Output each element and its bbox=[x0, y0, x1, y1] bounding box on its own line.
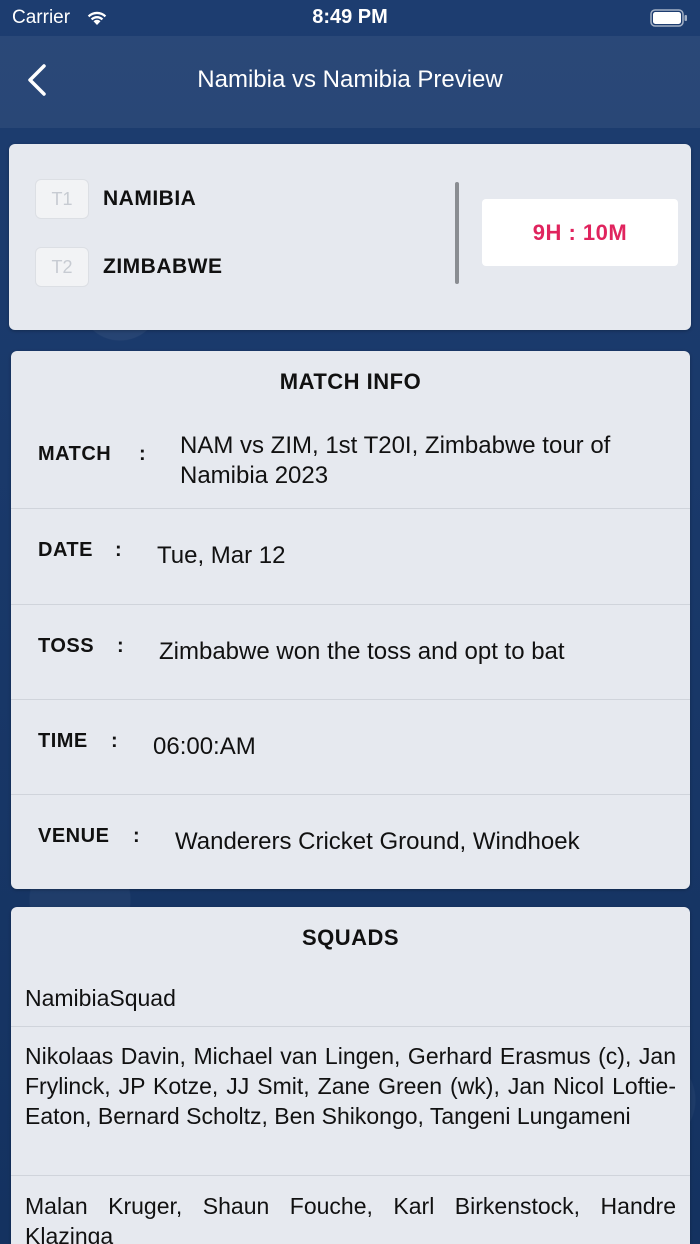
countdown-timer: 9H : 10M bbox=[482, 199, 678, 266]
status-time: 8:49 PM bbox=[312, 6, 388, 28]
team1-squad-players: Nikolaas Davin, Michael van Lingen, Gerh… bbox=[25, 1043, 676, 1129]
status-bar: Carrier 8:49 PM bbox=[0, 0, 700, 36]
teams-card: T1 NAMIBIA T2 ZIMBABWE 9H : 10M bbox=[9, 144, 691, 330]
info-row-match: MATCH : NAM vs ZIM, 1st T20I, Zimbabwe t… bbox=[11, 413, 690, 508]
nav-bar: Namibia vs Namibia Preview bbox=[0, 36, 700, 128]
info-colon: : bbox=[133, 825, 140, 847]
info-row-time: TIME : 06:00:AM bbox=[11, 699, 690, 794]
battery-icon bbox=[650, 9, 687, 27]
match-info-title: MATCH INFO bbox=[279, 369, 422, 394]
info-row-toss: TOSS : Zimbabwe won the toss and opt to … bbox=[11, 604, 690, 699]
info-value-match: NAM vs ZIM, 1st T20I, Zimbabwe tour of N… bbox=[180, 432, 611, 489]
info-colon: : bbox=[139, 443, 146, 465]
team1-squad-heading: NamibiaSquad bbox=[25, 985, 176, 1011]
team1-badge: T1 bbox=[35, 179, 89, 219]
info-value-date: Tue, Mar 12 bbox=[157, 542, 286, 569]
match-info-card: MATCH INFO MATCH : NAM vs ZIM, 1st T20I,… bbox=[11, 351, 690, 889]
team2-badge: T2 bbox=[35, 247, 89, 287]
squad-divider bbox=[11, 1175, 690, 1176]
team2-squad-players: Malan Kruger, Shaun Fouche, Karl Birkens… bbox=[25, 1193, 676, 1244]
info-colon: : bbox=[115, 539, 122, 561]
info-label-match: MATCH bbox=[38, 443, 112, 465]
squad-divider bbox=[11, 1026, 690, 1027]
squads-title: SQUADS bbox=[301, 925, 400, 950]
team1-name: NAMIBIA bbox=[103, 187, 197, 210]
team2-row: T2 ZIMBABWE bbox=[35, 246, 222, 288]
team1-row: T1 NAMIBIA bbox=[35, 178, 196, 220]
info-label-toss: TOSS bbox=[38, 635, 95, 657]
info-value-toss: Zimbabwe won the toss and opt to bat bbox=[159, 638, 565, 665]
info-value-venue: Wanderers Cricket Ground, Windhoek bbox=[175, 828, 580, 855]
info-label-date: DATE bbox=[38, 539, 93, 561]
info-row-venue: VENUE : Wanderers Cricket Ground, Windho… bbox=[11, 794, 690, 889]
info-label-time: TIME bbox=[38, 730, 88, 752]
info-colon: : bbox=[111, 730, 118, 752]
page-title: Namibia vs Namibia Preview bbox=[197, 66, 503, 93]
info-label-venue: VENUE bbox=[38, 825, 110, 847]
squads-card: SQUADS NamibiaSquad Nikolaas Davin, Mich… bbox=[11, 907, 690, 1244]
info-value-time: 06:00:AM bbox=[153, 733, 256, 760]
team2-name: ZIMBABWE bbox=[103, 255, 223, 278]
info-row-date: DATE : Tue, Mar 12 bbox=[11, 508, 690, 604]
info-colon: : bbox=[117, 635, 124, 657]
vertical-divider bbox=[455, 182, 459, 284]
